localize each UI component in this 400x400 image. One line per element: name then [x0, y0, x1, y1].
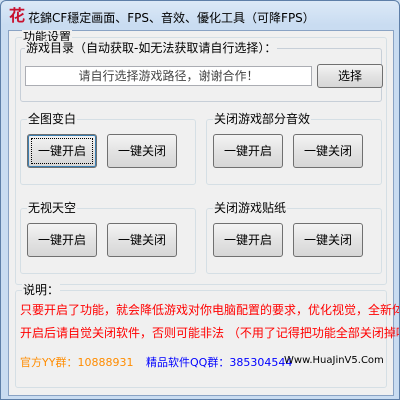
group-sky: 无视天空 一键开启 一键关闭: [20, 201, 196, 274]
notes-line-1: 只要开启了功能，就会降低游戏对你电脑配置的要求，优化视觉，全新体验！: [20, 303, 400, 317]
game-dir-group: 游戏目录（自动获取-如无法获取请自行选择）： 选择: [20, 41, 383, 102]
qq-group-info: 精品软件QQ群：385304544: [146, 354, 292, 370]
group-whiteout-legend: 全图变白: [27, 112, 78, 126]
sound-on-button[interactable]: 一键开启: [213, 134, 283, 168]
group-sound: 关闭游戏部分音效 一键开启 一键关闭: [206, 112, 382, 185]
browse-button[interactable]: 选择: [317, 64, 383, 88]
group-sky-legend: 无视天空: [27, 201, 78, 215]
group-stickers: 关闭游戏贴纸 一键开启 一键关闭: [206, 201, 382, 274]
qq-label: 精品软件QQ群：: [146, 356, 230, 369]
website-link[interactable]: Www.HuaJinV5.Com: [284, 355, 384, 366]
notes-line-2: 开启后请自觉关闭软件，否则可能非法 （不用了记得把功能全部关闭掉哦）: [20, 326, 400, 340]
notes-group: 说明： 只要开启了功能，就会降低游戏对你电脑配置的要求，优化视觉，全新体验！ 开…: [15, 283, 399, 388]
group-sound-legend: 关闭游戏部分音效: [213, 112, 312, 126]
notes-legend: 说明：: [22, 283, 61, 297]
app-flower-icon: 花: [9, 6, 26, 25]
window-title: 花錦CF穩定画面、FPS、音效、優化工具（可降FPS）: [28, 11, 315, 25]
app-window: 花 花錦CF穩定画面、FPS、音效、優化工具（可降FPS） 功能设置 游戏目录（…: [0, 0, 400, 400]
sky-off-button[interactable]: 一键关闭: [107, 223, 177, 257]
stickers-on-button[interactable]: 一键开启: [213, 223, 283, 257]
qq-value: 385304544: [229, 356, 293, 369]
sound-off-button[interactable]: 一键关闭: [293, 134, 363, 168]
group-whiteout: 全图变白 一键开启 一键关闭: [20, 112, 196, 185]
game-dir-legend: 游戏目录（自动获取-如无法获取请自行选择）：: [25, 41, 278, 55]
stickers-off-button[interactable]: 一键关闭: [293, 223, 363, 257]
yy-group-info: 官方YY群：10888931: [20, 354, 133, 370]
game-path-input[interactable]: [25, 66, 312, 86]
whiteout-on-button[interactable]: 一键开启: [27, 134, 97, 168]
yy-value: 10888931: [77, 356, 134, 369]
group-stickers-legend: 关闭游戏贴纸: [213, 201, 288, 215]
title-bar[interactable]: 花 花錦CF穩定画面、FPS、音效、優化工具（可降FPS）: [1, 1, 399, 31]
whiteout-off-button[interactable]: 一键关闭: [107, 134, 177, 168]
client-area: 功能设置 游戏目录（自动获取-如无法获取请自行选择）： 选择 全图变白 一键开启…: [8, 30, 399, 396]
yy-label: 官方YY群：: [20, 356, 78, 369]
settings-group: 功能设置 游戏目录（自动获取-如无法获取请自行选择）： 选择 全图变白 一键开启…: [15, 30, 387, 285]
sky-on-button[interactable]: 一键开启: [27, 223, 97, 257]
